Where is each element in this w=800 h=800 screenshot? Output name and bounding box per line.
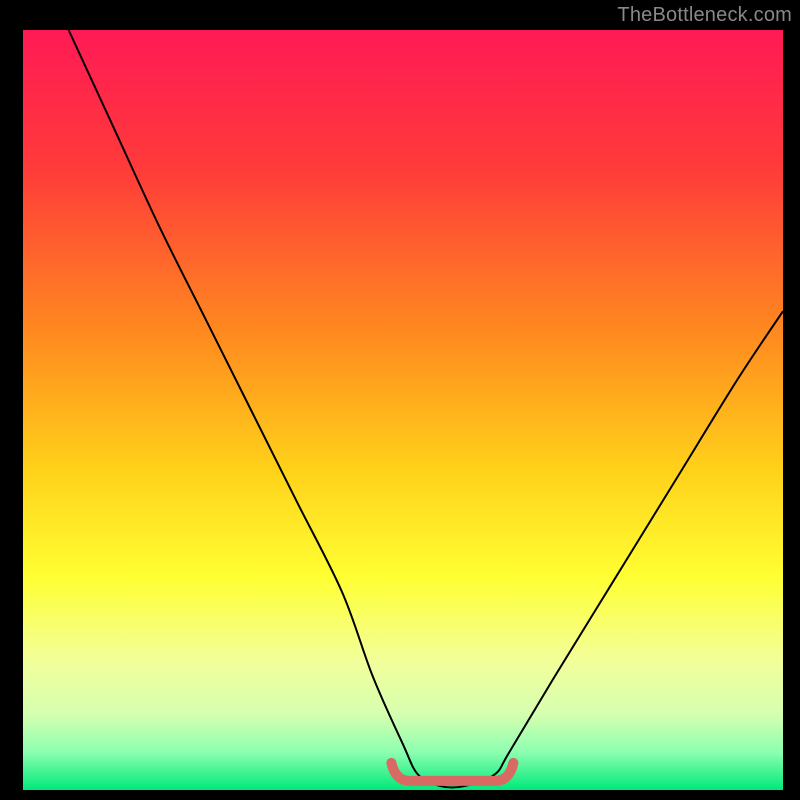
- chart-svg: [23, 30, 783, 790]
- plot-area: [23, 30, 783, 790]
- chart-container: TheBottleneck.com: [0, 0, 800, 800]
- gradient-background: [23, 30, 783, 790]
- watermark-label: TheBottleneck.com: [617, 4, 792, 27]
